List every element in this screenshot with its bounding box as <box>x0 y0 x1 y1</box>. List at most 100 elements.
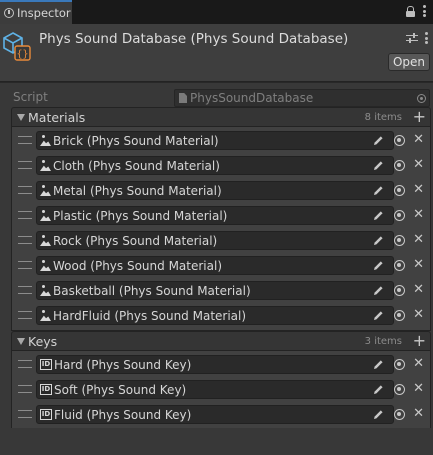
remove-item-icon[interactable]: ✕ <box>413 356 424 372</box>
remove-item-icon[interactable]: ✕ <box>413 381 424 397</box>
object-field[interactable]: ID Hard (Phys Sound Key) <box>36 355 394 374</box>
drag-handle-icon[interactable] <box>18 236 32 244</box>
materials-item: Rock (Phys Sound Material) ✕ <box>12 228 430 253</box>
preset-sliders-icon[interactable] <box>406 32 418 44</box>
object-picker-icon[interactable] <box>394 210 405 221</box>
drag-handle-icon[interactable] <box>18 385 32 393</box>
materials-list: Materials 8 items + Brick (Phys Sound Ma… <box>11 107 431 331</box>
edit-pencil-icon[interactable] <box>373 135 384 146</box>
header-menu-icon[interactable] <box>425 32 429 44</box>
object-picker-icon[interactable] <box>394 359 405 370</box>
keys-header[interactable]: Keys 3 items + <box>11 331 431 351</box>
lock-icon[interactable] <box>406 5 415 17</box>
scriptable-object-icon: {} <box>3 32 31 61</box>
remove-item-icon[interactable]: ✕ <box>413 282 424 298</box>
materials-body: Brick (Phys Sound Material) ✕ Cloth (Phy… <box>11 127 431 331</box>
inspector-header: {} Phys Sound Database (Phys Sound Datab… <box>0 24 433 82</box>
open-button[interactable]: Open <box>388 53 430 71</box>
object-field[interactable]: Plastic (Phys Sound Material) <box>36 206 394 225</box>
svg-text:{}: {} <box>16 49 28 60</box>
remove-item-icon[interactable]: ✕ <box>413 406 424 422</box>
tab-label: Inspector <box>17 6 71 20</box>
add-key-button[interactable]: + <box>413 332 426 350</box>
edit-pencil-icon[interactable] <box>373 384 384 395</box>
remove-item-icon[interactable]: ✕ <box>413 182 424 198</box>
remove-item-icon[interactable]: ✕ <box>413 207 424 223</box>
add-material-button[interactable]: + <box>413 108 426 126</box>
remove-item-icon[interactable]: ✕ <box>413 132 424 148</box>
object-picker-icon[interactable] <box>394 185 405 196</box>
drag-handle-icon[interactable] <box>18 136 32 144</box>
edit-pencil-icon[interactable] <box>373 285 384 296</box>
materials-item: Metal (Phys Sound Material) ✕ <box>12 178 430 203</box>
keys-title: Keys <box>28 333 58 349</box>
object-picker-icon[interactable] <box>394 409 405 420</box>
material-asset-icon <box>40 260 51 271</box>
object-field-label: Hard (Phys Sound Key) <box>54 357 192 372</box>
edit-pencil-icon[interactable] <box>373 310 384 321</box>
keys-count: 3 items <box>364 336 402 347</box>
object-picker-icon[interactable] <box>394 235 405 246</box>
foldout-arrow-icon[interactable] <box>17 337 25 345</box>
object-field[interactable]: Wood (Phys Sound Material) <box>36 256 394 275</box>
object-field[interactable]: Metal (Phys Sound Material) <box>36 181 394 200</box>
object-picker-icon[interactable] <box>394 160 405 171</box>
object-field[interactable]: Basketball (Phys Sound Material) <box>36 281 394 300</box>
material-asset-icon <box>40 135 51 146</box>
object-field[interactable]: Rock (Phys Sound Material) <box>36 231 394 250</box>
drag-handle-icon[interactable] <box>18 311 32 319</box>
edit-pencil-icon[interactable] <box>373 160 384 171</box>
object-picker-icon[interactable] <box>394 135 405 146</box>
material-asset-icon <box>40 285 51 296</box>
script-file-icon <box>179 93 187 103</box>
materials-title: Materials <box>28 109 86 125</box>
drag-handle-icon[interactable] <box>18 186 32 194</box>
object-picker-icon <box>417 94 426 103</box>
drag-handle-icon[interactable] <box>18 261 32 269</box>
object-field[interactable]: Brick (Phys Sound Material) <box>36 131 394 150</box>
object-field[interactable]: ID Fluid (Phys Sound Key) <box>36 405 394 424</box>
remove-item-icon[interactable]: ✕ <box>413 307 424 323</box>
object-field-label: Brick (Phys Sound Material) <box>53 133 219 148</box>
remove-item-icon[interactable]: ✕ <box>413 157 424 173</box>
drag-handle-icon[interactable] <box>18 286 32 294</box>
script-value: PhysSoundDatabase <box>190 91 314 105</box>
object-field-label: HardFluid (Phys Sound Material) <box>53 308 247 323</box>
object-field-label: Basketball (Phys Sound Material) <box>53 283 251 298</box>
tab-inspector[interactable]: Inspector <box>0 0 72 24</box>
more-options-icon[interactable] <box>423 5 427 17</box>
material-asset-icon <box>40 160 51 171</box>
remove-item-icon[interactable]: ✕ <box>413 232 424 248</box>
materials-item: Brick (Phys Sound Material) ✕ <box>12 128 430 153</box>
foldout-arrow-icon[interactable] <box>17 113 25 121</box>
object-field[interactable]: Cloth (Phys Sound Material) <box>36 156 394 175</box>
remove-item-icon[interactable]: ✕ <box>413 257 424 273</box>
tab-bar-controls <box>406 5 427 17</box>
object-picker-icon[interactable] <box>394 260 405 271</box>
keys-item: ID Soft (Phys Sound Key) ✕ <box>12 377 430 402</box>
edit-pencil-icon[interactable] <box>373 359 384 370</box>
materials-header[interactable]: Materials 8 items + <box>11 107 431 127</box>
edit-pencil-icon[interactable] <box>373 185 384 196</box>
edit-pencil-icon[interactable] <box>373 235 384 246</box>
object-picker-icon[interactable] <box>394 384 405 395</box>
keys-body: ID Hard (Phys Sound Key) ✕ ID Soft (Phys… <box>11 351 431 430</box>
object-picker-icon[interactable] <box>394 285 405 296</box>
keys-list: Keys 3 items + ID Hard (Phys Sound Key) … <box>11 331 431 430</box>
script-label: Script <box>13 90 48 104</box>
info-icon <box>4 8 14 18</box>
drag-handle-icon[interactable] <box>18 410 32 418</box>
drag-handle-icon[interactable] <box>18 161 32 169</box>
object-field[interactable]: ID Soft (Phys Sound Key) <box>36 380 394 399</box>
object-field-label: Cloth (Phys Sound Material) <box>53 158 220 173</box>
object-field[interactable]: HardFluid (Phys Sound Material) <box>36 306 394 325</box>
edit-pencil-icon[interactable] <box>373 260 384 271</box>
edit-pencil-icon[interactable] <box>373 409 384 420</box>
material-asset-icon <box>40 235 51 246</box>
drag-handle-icon[interactable] <box>18 360 32 368</box>
drag-handle-icon[interactable] <box>18 211 32 219</box>
bottom-area <box>0 428 433 455</box>
object-picker-icon[interactable] <box>394 310 405 321</box>
edit-pencil-icon[interactable] <box>373 210 384 221</box>
key-asset-icon: ID <box>40 384 52 395</box>
